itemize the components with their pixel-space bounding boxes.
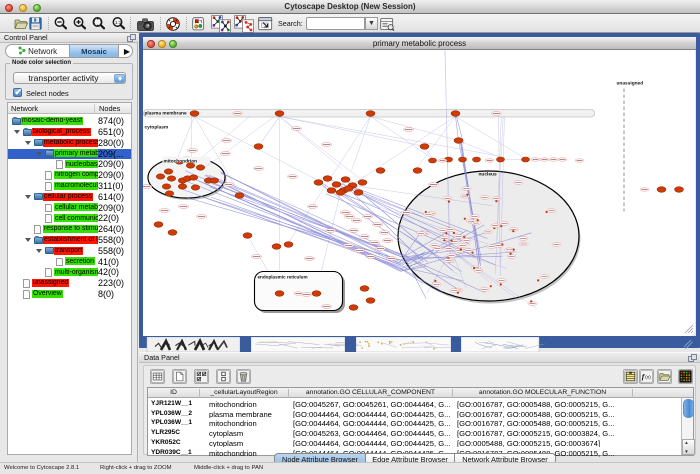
svg-text:(x): (x)	[645, 375, 651, 381]
svg-text:cytoplasm: cytoplasm	[145, 125, 169, 131]
svg-text:1:1: 1:1	[115, 20, 122, 25]
svg-text:mitochondrion: mitochondrion	[164, 159, 198, 165]
svg-text:endoplasmic reticulum: endoplasmic reticulum	[258, 275, 308, 280]
svg-text:nucleus: nucleus	[479, 172, 497, 178]
svg-text:unassigned: unassigned	[617, 81, 644, 87]
svg-text:plasma membrane: plasma membrane	[145, 111, 187, 117]
